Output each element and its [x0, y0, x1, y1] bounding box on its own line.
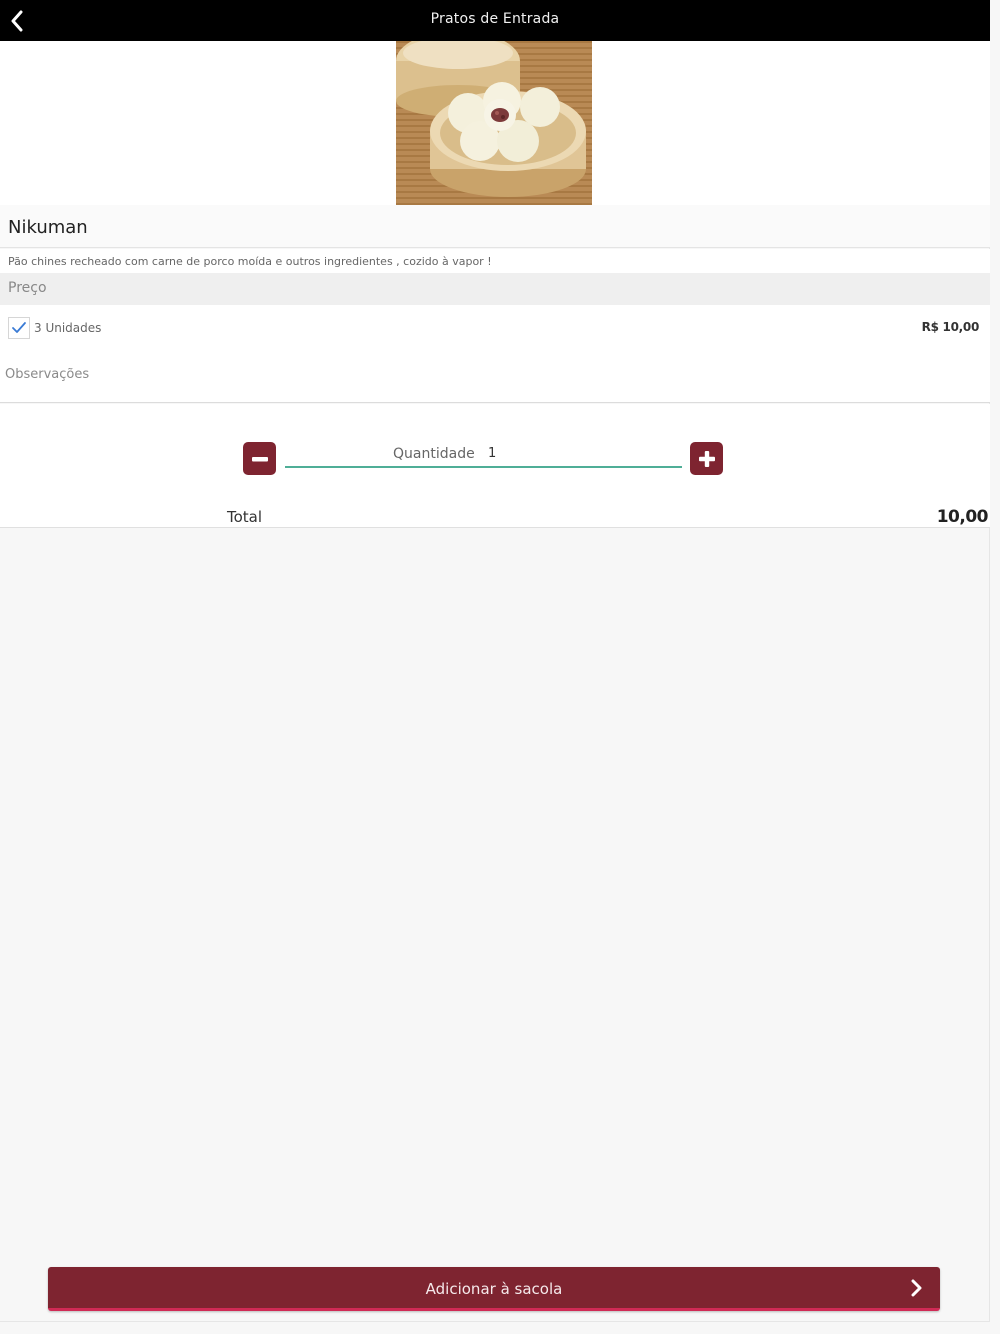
quantity-label: Quantidade [393, 446, 475, 462]
total-label: Total [227, 508, 263, 526]
check-icon [12, 322, 26, 333]
quantity-value: 1 [488, 446, 497, 461]
top-bar: Pratos de Entrada [0, 0, 990, 41]
option-3-unidades[interactable]: 3 Unidades R$ 10,00 [0, 315, 990, 341]
product-name: Nikuman [8, 217, 88, 238]
add-to-bag-label: Adicionar à sacola [425, 1280, 563, 1298]
total-value: 10,00 [936, 507, 989, 527]
page-title: Pratos de Entrada [430, 11, 560, 27]
product-description: Pão chines recheado com carne de porco m… [8, 255, 492, 268]
chevron-right-icon [906, 1278, 926, 1298]
product-description-row: Pão chines recheado com carne de porco m… [0, 249, 990, 273]
observations-input[interactable] [5, 359, 985, 389]
option-checkbox[interactable] [8, 317, 30, 339]
quantity-field[interactable]: Quantidade 1 [285, 440, 682, 468]
options-panel: 3 Unidades R$ 10,00 [0, 305, 990, 403]
minus-icon [251, 456, 268, 461]
decrease-quantity-button[interactable] [243, 442, 276, 475]
app-screen: Pratos de Entrada Nikuman Pão chines rec… [0, 0, 990, 1322]
add-to-bag-button[interactable]: Adicionar à sacola [48, 1267, 940, 1311]
plus-icon [698, 450, 715, 467]
price-section-header: Preço [0, 273, 990, 305]
product-name-row: Nikuman [0, 205, 990, 248]
quantity-panel: Quantidade 1 Total 10,00 [0, 404, 990, 528]
option-label: 3 Unidades [34, 321, 102, 335]
product-image-area [0, 41, 990, 205]
increase-quantity-button[interactable] [690, 442, 723, 475]
product-image [396, 41, 592, 205]
option-price: R$ 10,00 [921, 320, 980, 334]
price-section-title: Preço [8, 280, 47, 296]
